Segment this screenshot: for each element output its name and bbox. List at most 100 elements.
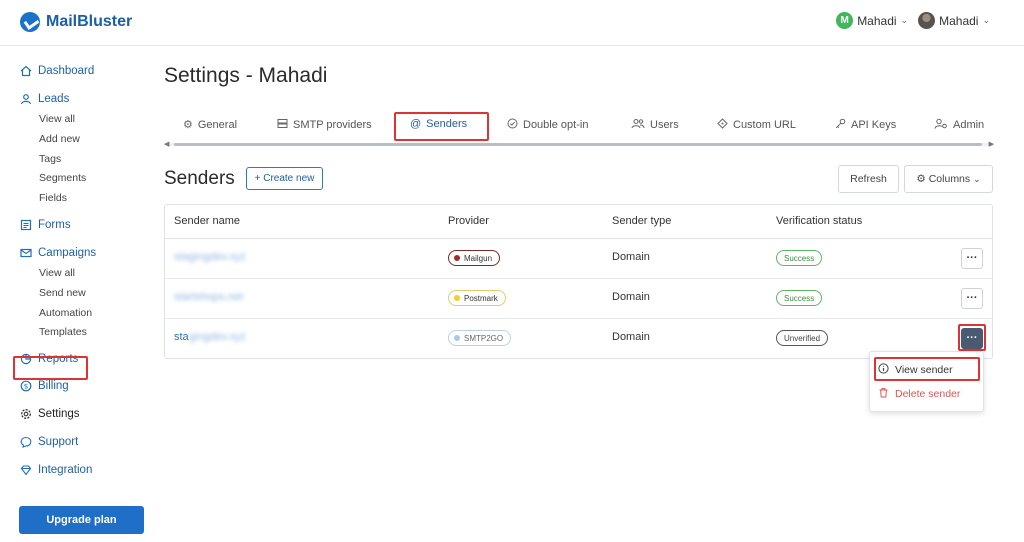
table-header: Sender name Provider Sender type Verific… [165, 205, 992, 239]
sidebar-item-label: Billing [38, 380, 69, 392]
status-dot [454, 295, 460, 301]
column-header-provider[interactable]: Provider [448, 215, 489, 227]
provider-badge: SMTP2GO [448, 330, 512, 346]
sidebar-item-support[interactable]: Support [20, 436, 78, 448]
sidebar-subitem-leads-add-new[interactable]: Add new [39, 133, 80, 145]
diamond-icon [20, 464, 32, 476]
tab-smtp-providers[interactable]: SMTP providers [277, 118, 372, 132]
tab-label: Double opt-in [523, 119, 589, 131]
sidebar-item-settings[interactable]: Settings [20, 408, 80, 420]
scrollbar-thumb[interactable] [174, 143, 982, 146]
tab-double-opt-in[interactable]: Double opt-in [507, 118, 588, 132]
tab-label: General [197, 118, 238, 131]
top-bar: MailBluster M Mahadi ⌄ Mahadi ⌄ [0, 0, 1024, 46]
tab-api-keys[interactable]: API Keys [835, 118, 896, 132]
app-logo[interactable]: MailBluster [20, 12, 132, 32]
sidebar-item-dashboard[interactable]: Dashboard [20, 65, 94, 77]
gear-icon: ⚙ [183, 119, 193, 131]
column-header-sender-name[interactable]: Sender name [174, 215, 240, 227]
section-title: Senders [164, 168, 235, 189]
gear-icon: ⚙ [916, 173, 926, 185]
sidebar-subitem-templates[interactable]: Templates [39, 326, 87, 338]
sidebar-subitem-fields[interactable]: Fields [39, 192, 67, 204]
tab-users[interactable]: Users [631, 118, 679, 132]
status-badge: Unverified [776, 330, 829, 346]
user-icon [20, 93, 32, 105]
delete-sender-menu-item[interactable]: Delete sender [878, 387, 960, 401]
sender-name-visible: sta [174, 331, 189, 343]
upgrade-plan-button[interactable]: Upgrade plan [19, 506, 144, 534]
sidebar-item-forms[interactable]: Forms [20, 219, 71, 231]
sidebar-item-label: Integration [38, 464, 93, 476]
more-actions-button[interactable]: ··· [961, 288, 983, 309]
sender-name-link[interactable]: stagingdev.xyz [174, 331, 246, 343]
sidebar-item-label: Leads [38, 93, 70, 105]
sidebar-item-label: Support [38, 436, 79, 448]
sender-type: Domain [612, 251, 650, 263]
provider-label: Postmark [464, 293, 498, 303]
sidebar-item-billing[interactable]: $ Billing [20, 380, 69, 392]
sidebar-subitem-leads-view-all[interactable]: View all [39, 113, 75, 125]
tabs-scrollbar[interactable]: ◀ ▶ [164, 140, 994, 148]
create-new-button[interactable]: + Create new [246, 167, 323, 190]
sidebar-subitem-segments[interactable]: Segments [39, 172, 86, 184]
menu-item-label: Delete sender [895, 388, 961, 400]
senders-table: Sender name Provider Sender type Verific… [164, 204, 993, 359]
more-actions-button[interactable]: ··· [961, 248, 983, 269]
sidebar-item-integration[interactable]: Integration [20, 464, 92, 476]
tab-custom-url[interactable]: Custom URL [717, 118, 796, 132]
settings-highlight [13, 356, 88, 380]
sender-type: Domain [612, 331, 650, 343]
sidebar-subitem-tags[interactable]: Tags [39, 153, 61, 165]
sender-name-link[interactable]: startshops.net [174, 291, 243, 303]
sidebar-item-label: Forms [38, 219, 71, 231]
sidebar-item-label: Campaigns [38, 247, 97, 259]
status-dot [454, 335, 460, 341]
form-icon [20, 219, 32, 231]
tab-general[interactable]: ⚙ General [183, 118, 238, 132]
table-row: stagingdev.xyz SMTP2GO Domain Unverified… [165, 319, 992, 359]
sidebar-item-leads[interactable]: Leads [20, 93, 69, 105]
tab-label: Custom URL [733, 119, 796, 131]
workspace-switcher[interactable]: M Mahadi ⌄ [836, 12, 908, 29]
column-header-sender-type[interactable]: Sender type [612, 215, 671, 227]
provider-badge: Postmark [448, 290, 506, 306]
scroll-left-icon[interactable]: ◀ [164, 140, 169, 148]
server-icon [277, 118, 288, 132]
tab-label: API Keys [851, 119, 897, 131]
columns-button[interactable]: ⚙ Columns ⌄ [904, 165, 993, 193]
sidebar-item-campaigns[interactable]: Campaigns [20, 247, 96, 259]
gear-icon [20, 408, 32, 420]
tag-icon [717, 118, 728, 132]
tab-admin[interactable]: Admin [934, 118, 984, 132]
status-dot [454, 255, 460, 261]
tab-label: Users [650, 119, 679, 131]
users-icon [631, 118, 645, 132]
refresh-button[interactable]: Refresh [838, 165, 899, 193]
sidebar-item-label: Settings [38, 408, 80, 420]
key-icon [835, 118, 846, 132]
provider-label: SMTP2GO [464, 333, 504, 343]
sender-type: Domain [612, 291, 650, 303]
sidebar-subitem-campaigns-view-all[interactable]: View all [39, 267, 75, 279]
account-name: Mahadi [939, 13, 979, 28]
home-icon [20, 65, 32, 77]
sidebar-subitem-automation[interactable]: Automation [39, 307, 92, 319]
chevron-down-icon: ⌄ [982, 15, 990, 25]
table-row: stagingdev.xyz Mailgun Domain Success ··… [165, 239, 992, 279]
tab-label: Admin [953, 119, 985, 131]
sidebar: Dashboard Leads View all Add new Tags Se… [0, 47, 150, 542]
workspace-name: Mahadi [857, 13, 897, 28]
provider-label: Mailgun [464, 253, 493, 263]
column-header-verification-status[interactable]: Verification status [776, 215, 862, 227]
sidebar-subitem-send-new[interactable]: Send new [39, 287, 86, 299]
account-menu[interactable]: Mahadi ⌄ [918, 12, 990, 29]
app-name: MailBluster [46, 13, 133, 30]
scroll-right-icon[interactable]: ▶ [989, 140, 994, 148]
sender-name-link[interactable]: stagingdev.xyz [174, 251, 246, 263]
user-cog-icon [934, 118, 948, 132]
sender-name-blurred: gingdev.xyz [188, 331, 246, 343]
status-badge: Success [776, 290, 823, 306]
avatar [918, 12, 936, 29]
sidebar-item-label: Dashboard [38, 65, 95, 77]
